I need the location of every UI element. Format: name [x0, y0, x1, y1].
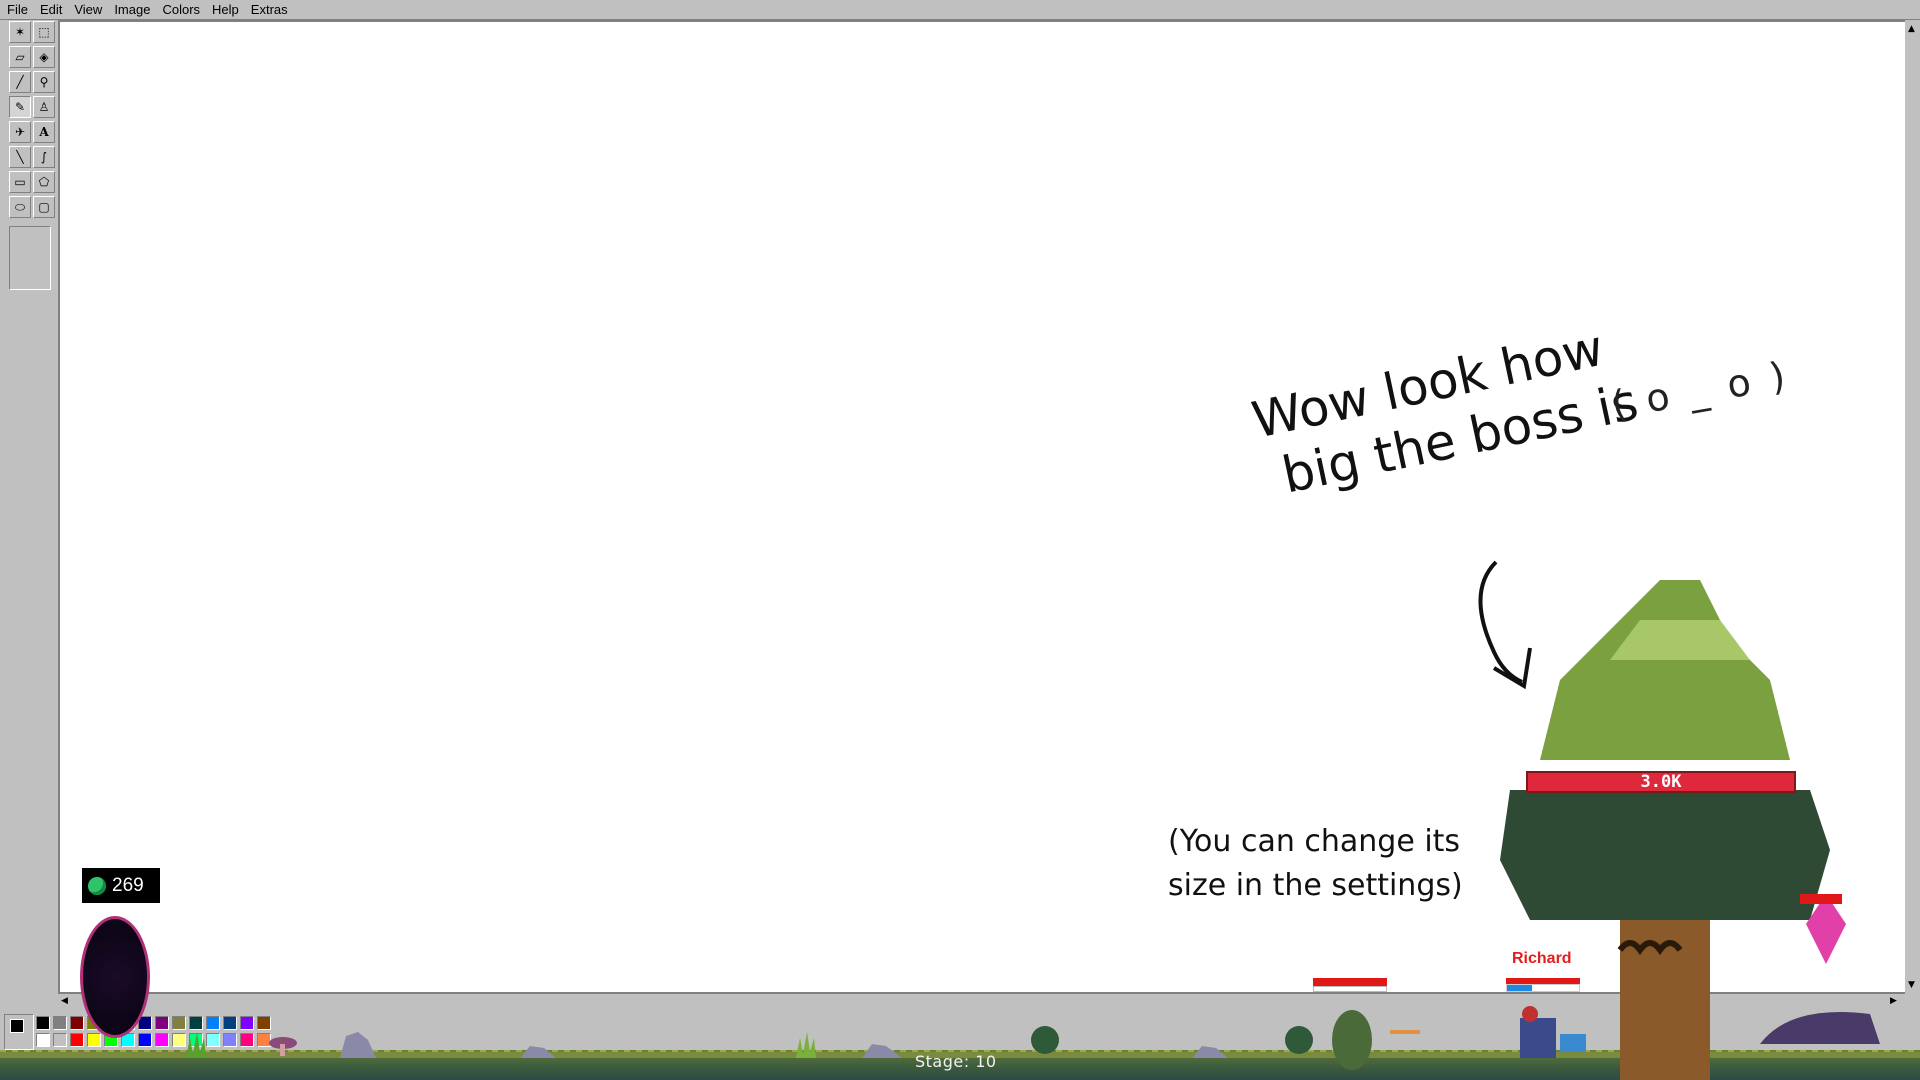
color-palette-bar	[0, 1010, 1920, 1055]
brush-tool[interactable]: ♙	[33, 96, 55, 118]
curve-tool[interactable]: ∫	[33, 146, 55, 168]
vertical-scrollbar[interactable]: ▲ ▼	[1905, 20, 1920, 995]
palette-swatch[interactable]	[36, 1016, 50, 1030]
polygon-icon: ⬠	[38, 175, 50, 189]
rounded-rect-tool[interactable]: ▢	[33, 196, 55, 218]
rectangle-tool[interactable]: ▭	[9, 171, 31, 193]
airbrush-tool[interactable]: ✈	[9, 121, 31, 143]
boss-health-bar: 3.0K	[1526, 771, 1796, 793]
horizontal-scrollbar[interactable]: ◀ ▶	[58, 994, 1905, 1009]
palette-swatch[interactable]	[172, 1016, 186, 1030]
palette-swatch[interactable]	[223, 1033, 237, 1047]
player-mana-fill	[1507, 985, 1533, 991]
enemy-health-bar	[1313, 978, 1387, 986]
menu-view[interactable]: View	[67, 2, 107, 17]
palette-swatch[interactable]	[223, 1016, 237, 1030]
palette-swatch[interactable]	[189, 1033, 203, 1047]
menu-extras[interactable]: Extras	[244, 2, 293, 17]
rounded-rect-icon: ▢	[38, 200, 50, 214]
text-icon: A	[39, 125, 49, 139]
curve-icon: ∫	[40, 150, 48, 164]
green-gem-icon	[88, 876, 106, 895]
polygon-tool[interactable]: ⬠	[33, 171, 55, 193]
text-tool[interactable]: A	[33, 121, 55, 143]
currency-value: 269	[112, 874, 144, 896]
color-picker-tool[interactable]: ╱	[9, 71, 31, 93]
enemy-secondary-bar	[1313, 986, 1387, 992]
pencil-icon: ✎	[14, 100, 26, 114]
scroll-right-icon[interactable]: ▶	[1890, 996, 1897, 1006]
airbrush-icon: ✈	[14, 125, 26, 139]
palette-swatch[interactable]	[36, 1033, 50, 1047]
annotation-note: (You can change its size in the settings…	[1168, 820, 1463, 908]
tool-options-panel[interactable]	[9, 226, 51, 290]
palette-swatch[interactable]	[155, 1016, 169, 1030]
drawing-canvas[interactable]	[60, 22, 1906, 992]
palette-swatch[interactable]	[206, 1016, 220, 1030]
palette-swatch[interactable]	[155, 1033, 169, 1047]
color-picker-icon: ╱	[16, 75, 24, 89]
menu-bar: File Edit View Image Colors Help Extras	[0, 0, 1920, 20]
player-mana-bar	[1506, 984, 1580, 992]
palette-swatch[interactable]	[240, 1033, 254, 1047]
menu-file[interactable]: File	[0, 2, 33, 17]
current-colors[interactable]	[4, 1014, 34, 1050]
palette-swatch[interactable]	[70, 1033, 84, 1047]
scroll-left-icon[interactable]: ◀	[61, 996, 68, 1006]
rect-select-tool[interactable]: ⬚	[33, 21, 55, 43]
palette-swatch[interactable]	[87, 1033, 101, 1047]
ellipse-icon: ⬭	[14, 199, 26, 214]
fill-tool[interactable]: ◈	[33, 46, 55, 68]
free-select-tool[interactable]: ✶	[9, 21, 31, 43]
palette-swatch[interactable]	[240, 1016, 254, 1030]
eraser-icon: ▱	[15, 50, 25, 64]
line-tool[interactable]: ╲	[9, 146, 31, 168]
crystal-health-bar	[1800, 894, 1842, 904]
scroll-down-icon[interactable]: ▼	[1908, 980, 1915, 990]
palette-swatch[interactable]	[53, 1033, 67, 1047]
fill-bucket-icon: ◈	[39, 50, 49, 64]
palette-swatch[interactable]	[257, 1033, 271, 1047]
currency-counter: 269	[82, 868, 160, 903]
palette-swatch[interactable]	[70, 1016, 84, 1030]
line-icon: ╲	[16, 150, 24, 164]
menu-colors[interactable]: Colors	[155, 2, 205, 17]
rectangle-icon: ▭	[14, 175, 26, 189]
palette-swatch[interactable]	[138, 1033, 152, 1047]
menu-image[interactable]: Image	[107, 2, 155, 17]
eraser-tool[interactable]: ▱	[9, 46, 31, 68]
magnifier-tool[interactable]: ⚲	[33, 71, 55, 93]
magnifier-icon: ⚲	[39, 75, 49, 89]
player-name: Richard	[1512, 950, 1572, 967]
palette-swatch[interactable]	[206, 1033, 220, 1047]
stage-label: Stage: 10	[915, 1052, 997, 1071]
brush-icon: ♙	[38, 100, 50, 114]
spawn-portal	[80, 916, 150, 1038]
menu-help[interactable]: Help	[205, 2, 244, 17]
rect-select-icon: ⬚	[38, 25, 50, 39]
palette-swatch[interactable]	[257, 1016, 271, 1030]
scroll-up-icon[interactable]: ▲	[1908, 24, 1915, 34]
annotation-note-line-2: size in the settings)	[1168, 868, 1463, 903]
menu-edit[interactable]: Edit	[33, 2, 67, 17]
free-select-icon: ✶	[14, 25, 26, 39]
annotation-note-line-1: (You can change its	[1168, 824, 1461, 859]
palette-swatch[interactable]	[53, 1016, 67, 1030]
primary-color[interactable]	[10, 1019, 24, 1033]
pencil-tool[interactable]: ✎	[9, 96, 31, 118]
palette-swatch[interactable]	[189, 1016, 203, 1030]
ellipse-tool[interactable]: ⬭	[9, 196, 31, 218]
palette-swatch[interactable]	[172, 1033, 186, 1047]
